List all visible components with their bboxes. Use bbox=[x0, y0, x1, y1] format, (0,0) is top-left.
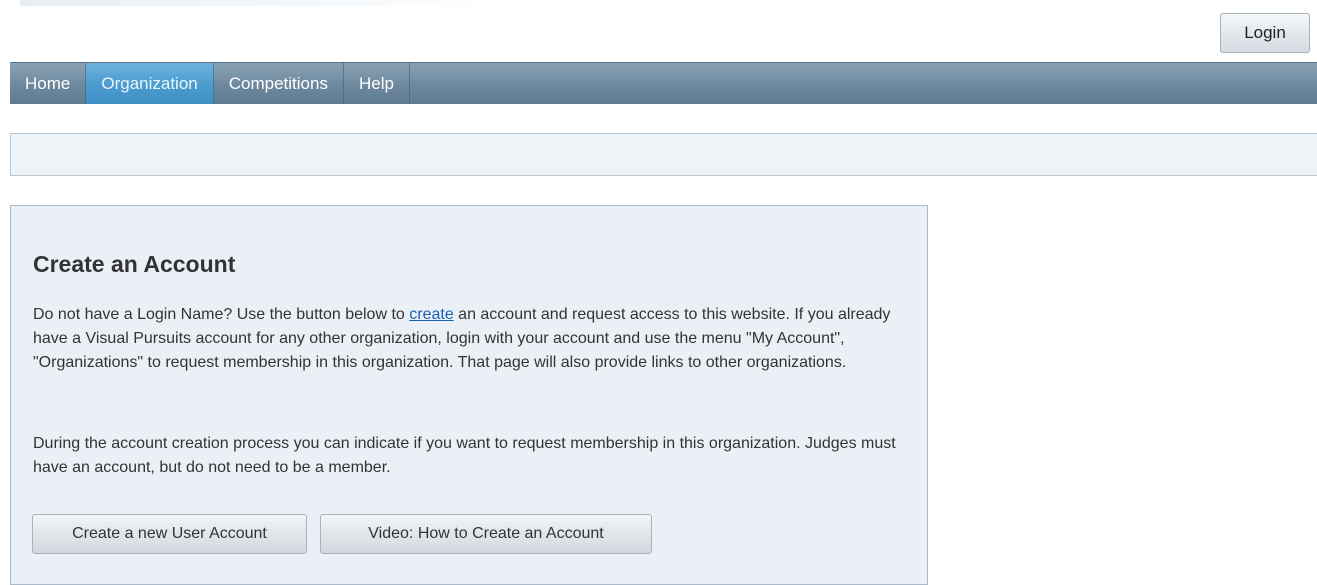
login-button[interactable]: Login bbox=[1220, 13, 1310, 53]
membership-paragraph: During the account creation process you … bbox=[33, 435, 896, 476]
create-link[interactable]: create bbox=[409, 306, 453, 323]
top-banner-fade bbox=[20, 0, 520, 6]
main-nav-bar: Home Organization Competitions Help bbox=[10, 62, 1317, 104]
intro-paragraph: Do not have a Login Name? Use the button… bbox=[33, 303, 903, 375]
nav-item-home[interactable]: Home bbox=[10, 63, 87, 104]
create-user-account-button[interactable]: Create a new User Account bbox=[32, 514, 307, 554]
create-account-panel: Create an Account Do not have a Login Na… bbox=[10, 205, 928, 585]
video-how-to-button[interactable]: Video: How to Create an Account bbox=[320, 514, 652, 554]
intro-text-before: Do not have a Login Name? Use the button… bbox=[33, 306, 410, 323]
info-bar bbox=[10, 133, 1317, 176]
panel-title: Create an Account bbox=[33, 251, 236, 277]
nav-item-organization[interactable]: Organization bbox=[86, 63, 214, 104]
nav-item-competitions[interactable]: Competitions bbox=[214, 63, 344, 104]
nav-item-help[interactable]: Help bbox=[344, 63, 410, 104]
